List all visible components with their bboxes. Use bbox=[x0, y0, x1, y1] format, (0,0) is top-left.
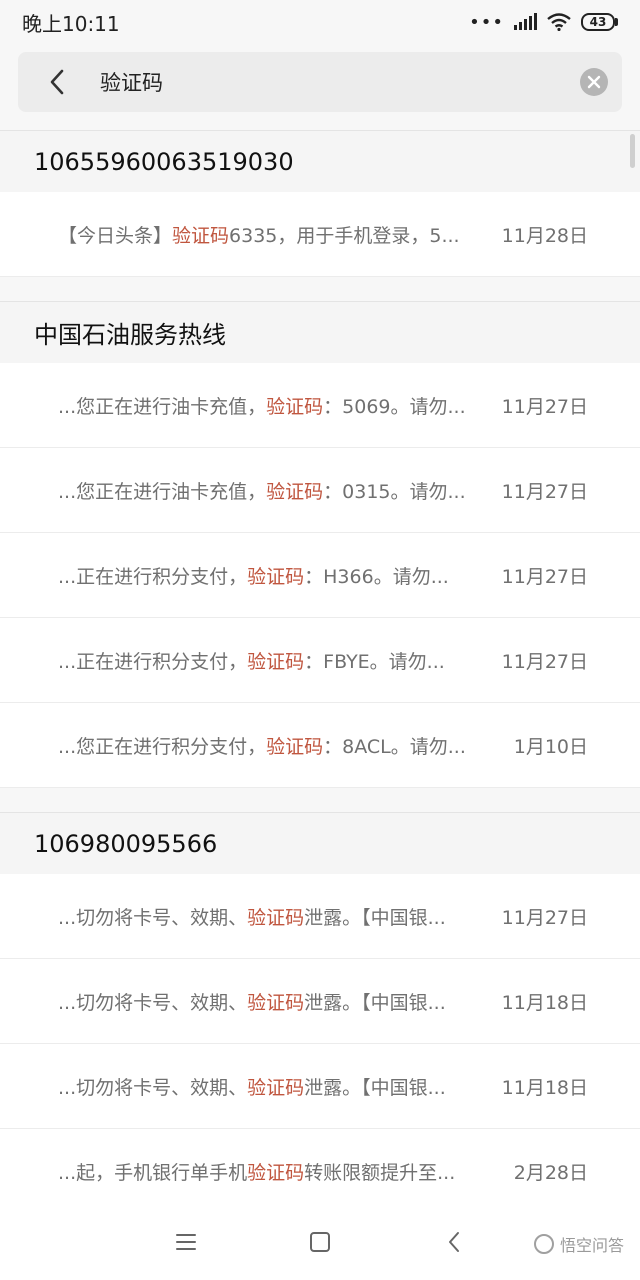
sender-header[interactable]: 106980095566 bbox=[0, 812, 640, 874]
message-row[interactable]: ...切勿将卡号、效期、验证码泄露。【中国银... 11月18日 bbox=[0, 959, 640, 1044]
home-icon[interactable] bbox=[300, 1222, 340, 1262]
message-row[interactable]: ...切勿将卡号、效期、验证码泄露。【中国银... 11月18日 bbox=[0, 1044, 640, 1129]
snippet-text: ：0315。请勿... bbox=[323, 480, 466, 503]
message-row[interactable]: 【今日头条】验证码6335，用于手机登录，5... 11月28日 bbox=[0, 192, 640, 277]
watermark-text: 悟空问答 bbox=[559, 1236, 624, 1255]
message-date: 11月27日 bbox=[501, 395, 588, 418]
message-date: 1月10日 bbox=[513, 735, 588, 758]
message-snippet: ...起，手机银行单手机验证码转账限额提升至... bbox=[58, 1158, 496, 1185]
sender-header[interactable]: 10655960063519030 bbox=[0, 130, 640, 192]
search-bar: 验证码 bbox=[18, 52, 622, 112]
status-bar: 晚上10:11 ••• 43 bbox=[0, 0, 640, 44]
keyword-highlight: 验证码 bbox=[172, 224, 230, 247]
back-icon[interactable] bbox=[46, 68, 68, 96]
snippet-text: 6335，用于手机登录，5... bbox=[229, 224, 460, 247]
more-dots-icon: ••• bbox=[469, 11, 504, 33]
snippet-text: ：8ACL。请勿... bbox=[323, 735, 466, 758]
keyword-highlight: 验证码 bbox=[247, 1161, 305, 1184]
snippet-text: ...正在进行积分支付， bbox=[58, 650, 248, 673]
watermark: 悟空问答 bbox=[533, 1232, 624, 1256]
message-row[interactable]: ...正在进行积分支付，验证码：FBYE。请勿... 11月27日 bbox=[0, 618, 640, 703]
snippet-text: ：5069。请勿... bbox=[323, 395, 466, 418]
message-date: 11月27日 bbox=[501, 650, 588, 673]
signal-icon bbox=[514, 13, 537, 30]
snippet-text: ...正在进行积分支付， bbox=[58, 565, 248, 588]
menu-icon[interactable] bbox=[166, 1222, 206, 1262]
wifi-icon bbox=[547, 13, 571, 31]
keyword-highlight: 验证码 bbox=[247, 650, 305, 673]
message-date: 11月27日 bbox=[501, 565, 588, 588]
conversation-group: 中国石油服务热线 ...您正在进行油卡充值，验证码：5069。请勿... 11月27… bbox=[0, 301, 640, 788]
message-snippet: ...您正在进行积分支付，验证码：8ACL。请勿... bbox=[58, 732, 496, 759]
snippet-text: ...切勿将卡号、效期、 bbox=[58, 991, 248, 1014]
message-date: 2月28日 bbox=[513, 1161, 588, 1184]
snippet-text: 【今日头条】 bbox=[58, 224, 173, 247]
conversation-group: 106980095566 ...切勿将卡号、效期、验证码泄露。【中国银... 11月… bbox=[0, 812, 640, 1214]
keyword-highlight: 验证码 bbox=[247, 991, 305, 1014]
snippet-text: ：FBYE。请勿... bbox=[304, 650, 445, 673]
message-snippet: ...正在进行积分支付，验证码：FBYE。请勿... bbox=[58, 647, 484, 674]
message-row[interactable]: ...起，手机银行单手机验证码转账限额提升至... 2月28日 bbox=[0, 1129, 640, 1214]
message-row[interactable]: ...切勿将卡号、效期、验证码泄露。【中国银... 11月27日 bbox=[0, 874, 640, 959]
message-date: 11月18日 bbox=[501, 1076, 588, 1099]
message-date: 11月18日 bbox=[501, 991, 588, 1014]
snippet-text: ...切勿将卡号、效期、 bbox=[58, 1076, 248, 1099]
snippet-text: ：H366。请勿... bbox=[304, 565, 449, 588]
sender-header[interactable]: 中国石油服务热线 bbox=[0, 301, 640, 363]
nav-back-icon[interactable] bbox=[434, 1222, 474, 1262]
message-snippet: ...切勿将卡号、效期、验证码泄露。【中国银... bbox=[58, 903, 484, 930]
message-snippet: 【今日头条】验证码6335，用于手机登录，5... bbox=[58, 221, 484, 248]
message-snippet: ...切勿将卡号、效期、验证码泄露。【中国银... bbox=[58, 1073, 484, 1100]
battery-level: 43 bbox=[581, 13, 615, 31]
scrollbar[interactable] bbox=[630, 134, 635, 168]
keyword-highlight: 验证码 bbox=[266, 480, 324, 503]
message-row[interactable]: ...您正在进行油卡充值，验证码：5069。请勿... 11月27日 bbox=[0, 363, 640, 448]
keyword-highlight: 验证码 bbox=[247, 565, 305, 588]
snippet-text: ...起，手机银行单手机 bbox=[58, 1161, 248, 1184]
message-snippet: ...您正在进行油卡充值，验证码：0315。请勿... bbox=[58, 477, 484, 504]
message-snippet: ...切勿将卡号、效期、验证码泄露。【中国银... bbox=[58, 988, 484, 1015]
snippet-text: 泄露。【中国银... bbox=[304, 991, 446, 1014]
search-input[interactable]: 验证码 bbox=[100, 67, 580, 97]
message-row[interactable]: ...您正在进行积分支付，验证码：8ACL。请勿... 1月10日 bbox=[0, 703, 640, 788]
conversation-group: 10655960063519030 【今日头条】验证码6335，用于手机登录，5.… bbox=[0, 130, 640, 277]
snippet-text: 泄露。【中国银... bbox=[304, 1076, 446, 1099]
message-snippet: ...正在进行积分支付，验证码：H366。请勿... bbox=[58, 562, 484, 589]
keyword-highlight: 验证码 bbox=[247, 1076, 305, 1099]
message-row[interactable]: ...您正在进行油卡充值，验证码：0315。请勿... 11月27日 bbox=[0, 448, 640, 533]
message-date: 11月27日 bbox=[501, 480, 588, 503]
results-list: 10655960063519030 【今日头条】验证码6335，用于手机登录，5.… bbox=[0, 130, 640, 1238]
keyword-highlight: 验证码 bbox=[266, 395, 324, 418]
snippet-text: 泄露。【中国银... bbox=[304, 906, 446, 929]
snippet-text: ...您正在进行油卡充值， bbox=[58, 480, 267, 503]
snippet-text: 转账限额提升至... bbox=[304, 1161, 456, 1184]
watermark-logo-icon bbox=[533, 1234, 554, 1254]
snippet-text: ...您正在进行积分支付， bbox=[58, 735, 267, 758]
status-time: 晚上10:11 bbox=[22, 11, 120, 36]
snippet-text: ...切勿将卡号、效期、 bbox=[58, 906, 248, 929]
message-snippet: ...您正在进行油卡充值，验证码：5069。请勿... bbox=[58, 392, 484, 419]
keyword-highlight: 验证码 bbox=[266, 735, 324, 758]
clear-icon[interactable] bbox=[580, 68, 608, 96]
status-icons: ••• 43 bbox=[469, 12, 618, 33]
message-date: 11月27日 bbox=[501, 906, 588, 929]
message-row[interactable]: ...正在进行积分支付，验证码：H366。请勿... 11月27日 bbox=[0, 533, 640, 618]
snippet-text: ...您正在进行油卡充值， bbox=[58, 395, 267, 418]
keyword-highlight: 验证码 bbox=[247, 906, 305, 929]
message-date: 11月28日 bbox=[501, 224, 588, 247]
battery-icon: 43 bbox=[581, 13, 618, 31]
